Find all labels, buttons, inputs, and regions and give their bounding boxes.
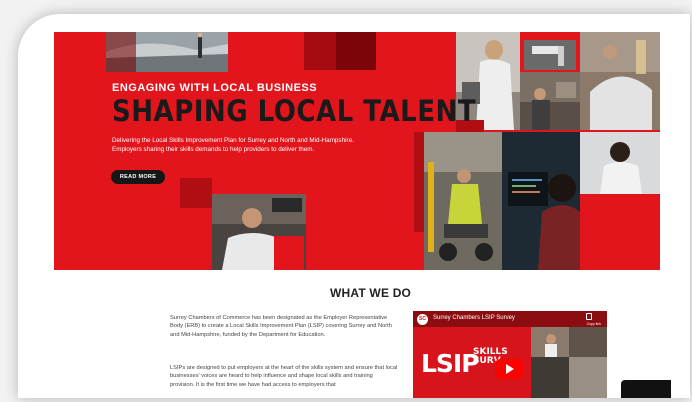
hero-description-line: Employers sharing their skills demands t…	[112, 146, 315, 153]
cookie-widget[interactable]	[621, 380, 671, 398]
decor-block	[274, 236, 304, 270]
section-heading: WHAT WE DO	[330, 286, 412, 300]
channel-avatar[interactable]: SC	[417, 314, 428, 325]
video-embed[interactable]: SC Surrey Chambers LSIP Survey Copy link…	[413, 311, 607, 398]
workshop-photo	[520, 72, 580, 130]
decor-block	[414, 132, 424, 232]
hero-description-line: Delivering the Local Skills Improvement …	[112, 137, 354, 144]
student-photo	[580, 132, 660, 194]
decor-block	[610, 194, 660, 270]
play-icon[interactable]	[495, 359, 523, 379]
decor-block	[106, 32, 136, 72]
intro-paragraph: Surrey Chambers of Commerce has been des…	[170, 315, 392, 338]
hero-title: SHAPING LOCAL TALENT	[112, 94, 477, 128]
forklift-photo	[424, 132, 502, 270]
page-frame: ENGAGING WITH LOCAL BUSINESS SHAPING LOC…	[18, 14, 690, 398]
video-title[interactable]: Surrey Chambers LSIP Survey	[433, 315, 515, 321]
hero-banner: ENGAGING WITH LOCAL BUSINESS SHAPING LOC…	[54, 32, 660, 270]
hero-description: Delivering the Local Skills Improvement …	[112, 136, 362, 154]
copy-link-icon[interactable]	[586, 313, 592, 320]
decor-block	[180, 178, 212, 208]
video-thumbnail-collage	[531, 327, 607, 398]
video-lsip-text: LSIP	[421, 349, 480, 378]
read-more-button[interactable]: READ MORE	[111, 170, 165, 184]
robot-arm-photo	[524, 40, 576, 70]
decor-block	[336, 32, 376, 70]
copy-link-label[interactable]: Copy link	[587, 322, 601, 326]
hero-kicker: ENGAGING WITH LOCAL BUSINESS	[112, 82, 318, 94]
beaker-photo	[580, 32, 660, 130]
lsip-paragraph: LSIPs are designed to put employers at t…	[170, 365, 398, 388]
coding-photo	[502, 132, 580, 270]
